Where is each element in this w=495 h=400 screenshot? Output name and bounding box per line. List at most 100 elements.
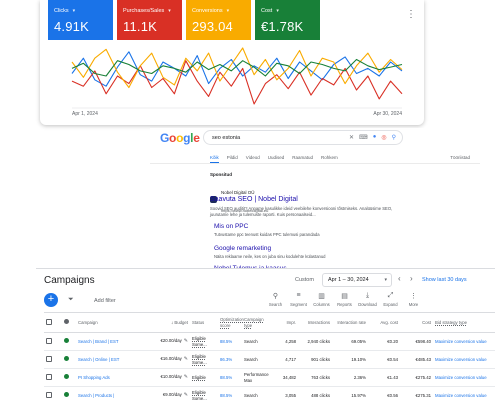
col-cost[interactable]: Cost bbox=[400, 312, 433, 333]
expand-button[interactable]: ⤢ Expand bbox=[379, 292, 402, 307]
avg-cost-cell: €0.54 bbox=[368, 350, 400, 369]
status-dot[interactable] bbox=[62, 350, 76, 369]
table-row[interactable]: Search | Products | €9.00/day ✎ Eligible So… bbox=[44, 386, 495, 400]
tab-videos[interactable]: Videod bbox=[246, 155, 260, 163]
row-checkbox[interactable] bbox=[44, 368, 62, 387]
search-button[interactable]: ⚲ Search bbox=[264, 292, 287, 307]
row-checkbox[interactable] bbox=[44, 386, 62, 400]
tab-images[interactable]: Pildid bbox=[227, 155, 238, 163]
budget-value: €9.00/day bbox=[162, 392, 182, 398]
avg-cost-cell: €0.20 bbox=[368, 332, 400, 351]
tab-all[interactable]: Kõik bbox=[210, 155, 219, 163]
status-dot[interactable] bbox=[62, 332, 76, 351]
search-icon[interactable]: ⚲ bbox=[392, 134, 396, 141]
toolbar-label: Segment bbox=[290, 302, 307, 307]
lens-icon[interactable]: ◎ bbox=[381, 134, 386, 141]
ad-headline-link[interactable]: Saavuta SEO | Nobel Digital bbox=[210, 196, 298, 203]
campaign-name-link[interactable]: Search | Products | bbox=[76, 386, 138, 400]
search-icon: ⚲ bbox=[272, 293, 279, 300]
col-interaction-rate[interactable]: Interaction rate bbox=[332, 312, 368, 333]
columns-button[interactable]: ▥ Columns bbox=[310, 292, 333, 307]
budget-cell[interactable]: €9.00/day ✎ bbox=[138, 386, 190, 400]
date-range-picker[interactable]: Apr 1 – 30, 2024 ▾ bbox=[322, 273, 392, 287]
campaign-type-cell: Search bbox=[242, 350, 270, 369]
col-budget[interactable]: ↓ Budget bbox=[138, 312, 190, 333]
status-dot[interactable] bbox=[62, 386, 76, 400]
budget-cell[interactable]: €10.00/day ✎ bbox=[138, 368, 190, 387]
impressions-cell: 3,055 bbox=[270, 386, 298, 400]
edit-icon[interactable]: ✎ bbox=[184, 374, 188, 380]
sitelink-title[interactable]: Mis on PPC bbox=[214, 223, 248, 230]
edit-icon[interactable]: ✎ bbox=[184, 338, 188, 344]
clear-icon[interactable]: ✕ bbox=[349, 134, 354, 141]
row-checkbox[interactable] bbox=[44, 350, 62, 369]
col-interactions[interactable]: Interactions bbox=[298, 312, 332, 333]
bid-strategy-cell[interactable]: Maximize conversion value bbox=[433, 332, 495, 351]
tab-news[interactable]: Uudised bbox=[268, 155, 285, 163]
chevron-right-icon[interactable]: › bbox=[410, 274, 413, 283]
tools-button[interactable]: Tööriistad bbox=[450, 155, 470, 160]
download-button[interactable]: ⤓ Download bbox=[356, 292, 379, 307]
cost-cell: €275.42 bbox=[400, 368, 433, 387]
edit-icon[interactable]: ✎ bbox=[184, 356, 188, 362]
budget-value: €16.00/day bbox=[160, 356, 182, 362]
status-cell[interactable]: Eligible Some... bbox=[190, 386, 218, 400]
campaigns-panel: Campaigns Custom Apr 1 – 30, 2024 ▾ ‹ › … bbox=[36, 268, 495, 400]
row-checkbox[interactable] bbox=[44, 332, 62, 351]
more-button[interactable]: ⋮ More bbox=[402, 292, 425, 307]
reports-button[interactable]: ▤ Reports bbox=[333, 292, 356, 307]
col-bid-strategy-type[interactable]: Bid strategy type bbox=[433, 312, 495, 333]
segment-button[interactable]: ≡ Segment bbox=[287, 292, 310, 307]
select-all-checkbox[interactable] bbox=[44, 312, 62, 333]
status-cell[interactable]: Eligible Some... bbox=[190, 332, 218, 351]
col-avg-cost[interactable]: Avg. cost bbox=[368, 312, 400, 333]
show-last-30-days-link[interactable]: Show last 30 days bbox=[422, 277, 467, 283]
logo-letter: e bbox=[193, 131, 200, 145]
toolbar-label: Search bbox=[268, 302, 283, 307]
campaign-name-link[interactable]: Search | Brand | EST bbox=[76, 332, 138, 351]
keyboard-icon[interactable]: ⌨ bbox=[359, 134, 368, 141]
toolbar-label: Download bbox=[358, 302, 377, 307]
col-campaign[interactable]: Campaign bbox=[76, 312, 138, 333]
sitelink-title[interactable]: Google remarketing bbox=[214, 245, 271, 252]
budget-cell[interactable]: €16.00/day ✎ bbox=[138, 350, 190, 369]
campaign-name-link[interactable]: Search | Online | EST bbox=[76, 350, 138, 369]
status-dot[interactable] bbox=[62, 368, 76, 387]
status-cell[interactable]: Eligible Some... bbox=[190, 350, 218, 369]
col-campaign-type[interactable]: Campaign type bbox=[242, 312, 270, 333]
cost-cell: €275.31 bbox=[400, 386, 433, 400]
chevron-left-icon[interactable]: ‹ bbox=[398, 274, 401, 283]
optimization-score-cell[interactable]: 86.3% bbox=[218, 350, 242, 369]
add-campaign-button[interactable]: + bbox=[44, 293, 58, 307]
tab-books[interactable]: Raamatud bbox=[292, 155, 313, 163]
col-status[interactable]: Status bbox=[190, 312, 218, 333]
table-row[interactable]: Search | Online | EST €16.00/day ✎ Eligible… bbox=[44, 350, 495, 369]
campaign-name-link[interactable]: PI Shopping Ads bbox=[76, 368, 138, 387]
add-filter-button[interactable]: Add filter bbox=[94, 298, 116, 304]
interaction-rate-cell: 69.05% bbox=[332, 332, 368, 351]
mic-icon[interactable]: ● bbox=[373, 134, 377, 141]
edit-icon[interactable]: ✎ bbox=[184, 392, 188, 398]
col-impr[interactable]: Impr. bbox=[270, 312, 298, 333]
search-input[interactable]: seo estonia ✕ ⌨ ● ◎ ⚲ bbox=[203, 130, 403, 145]
optimization-score-cell[interactable]: 88.5% bbox=[218, 386, 242, 400]
optimization-score-cell[interactable]: 88.5% bbox=[218, 368, 242, 387]
bid-strategy-cell[interactable]: Maximize conversion value bbox=[433, 368, 495, 387]
avg-cost-cell: €1.43 bbox=[368, 368, 400, 387]
status-cell[interactable]: Eligible bbox=[190, 368, 218, 387]
table-row[interactable]: PI Shopping Ads €10.00/day ✎ Eligible 88.5% P… bbox=[44, 368, 495, 387]
toolbar-label: Expand bbox=[383, 302, 398, 307]
bid-strategy-cell[interactable]: Maximize conversion value bbox=[433, 386, 495, 400]
optimization-score-cell[interactable]: 88.5% bbox=[218, 332, 242, 351]
col-budget-label: Budget bbox=[174, 319, 188, 325]
expand-icon: ⤢ bbox=[387, 292, 394, 299]
col-optimization-score[interactable]: Optimization score bbox=[218, 312, 244, 333]
filter-icon[interactable]: ⏷ bbox=[68, 296, 74, 304]
tab-more[interactable]: Rohkem bbox=[321, 155, 338, 163]
bid-strategy-cell[interactable]: Maximize conversion value bbox=[433, 350, 495, 369]
table-row[interactable]: Search | Brand | EST €20.00/day ✎ Eligible … bbox=[44, 332, 495, 351]
budget-cell[interactable]: €20.00/day ✎ bbox=[138, 332, 190, 351]
reports-icon: ▤ bbox=[341, 293, 348, 300]
chart-date-start: Apr 1, 2024 bbox=[72, 111, 98, 117]
date-range-label: Custom bbox=[295, 277, 314, 283]
